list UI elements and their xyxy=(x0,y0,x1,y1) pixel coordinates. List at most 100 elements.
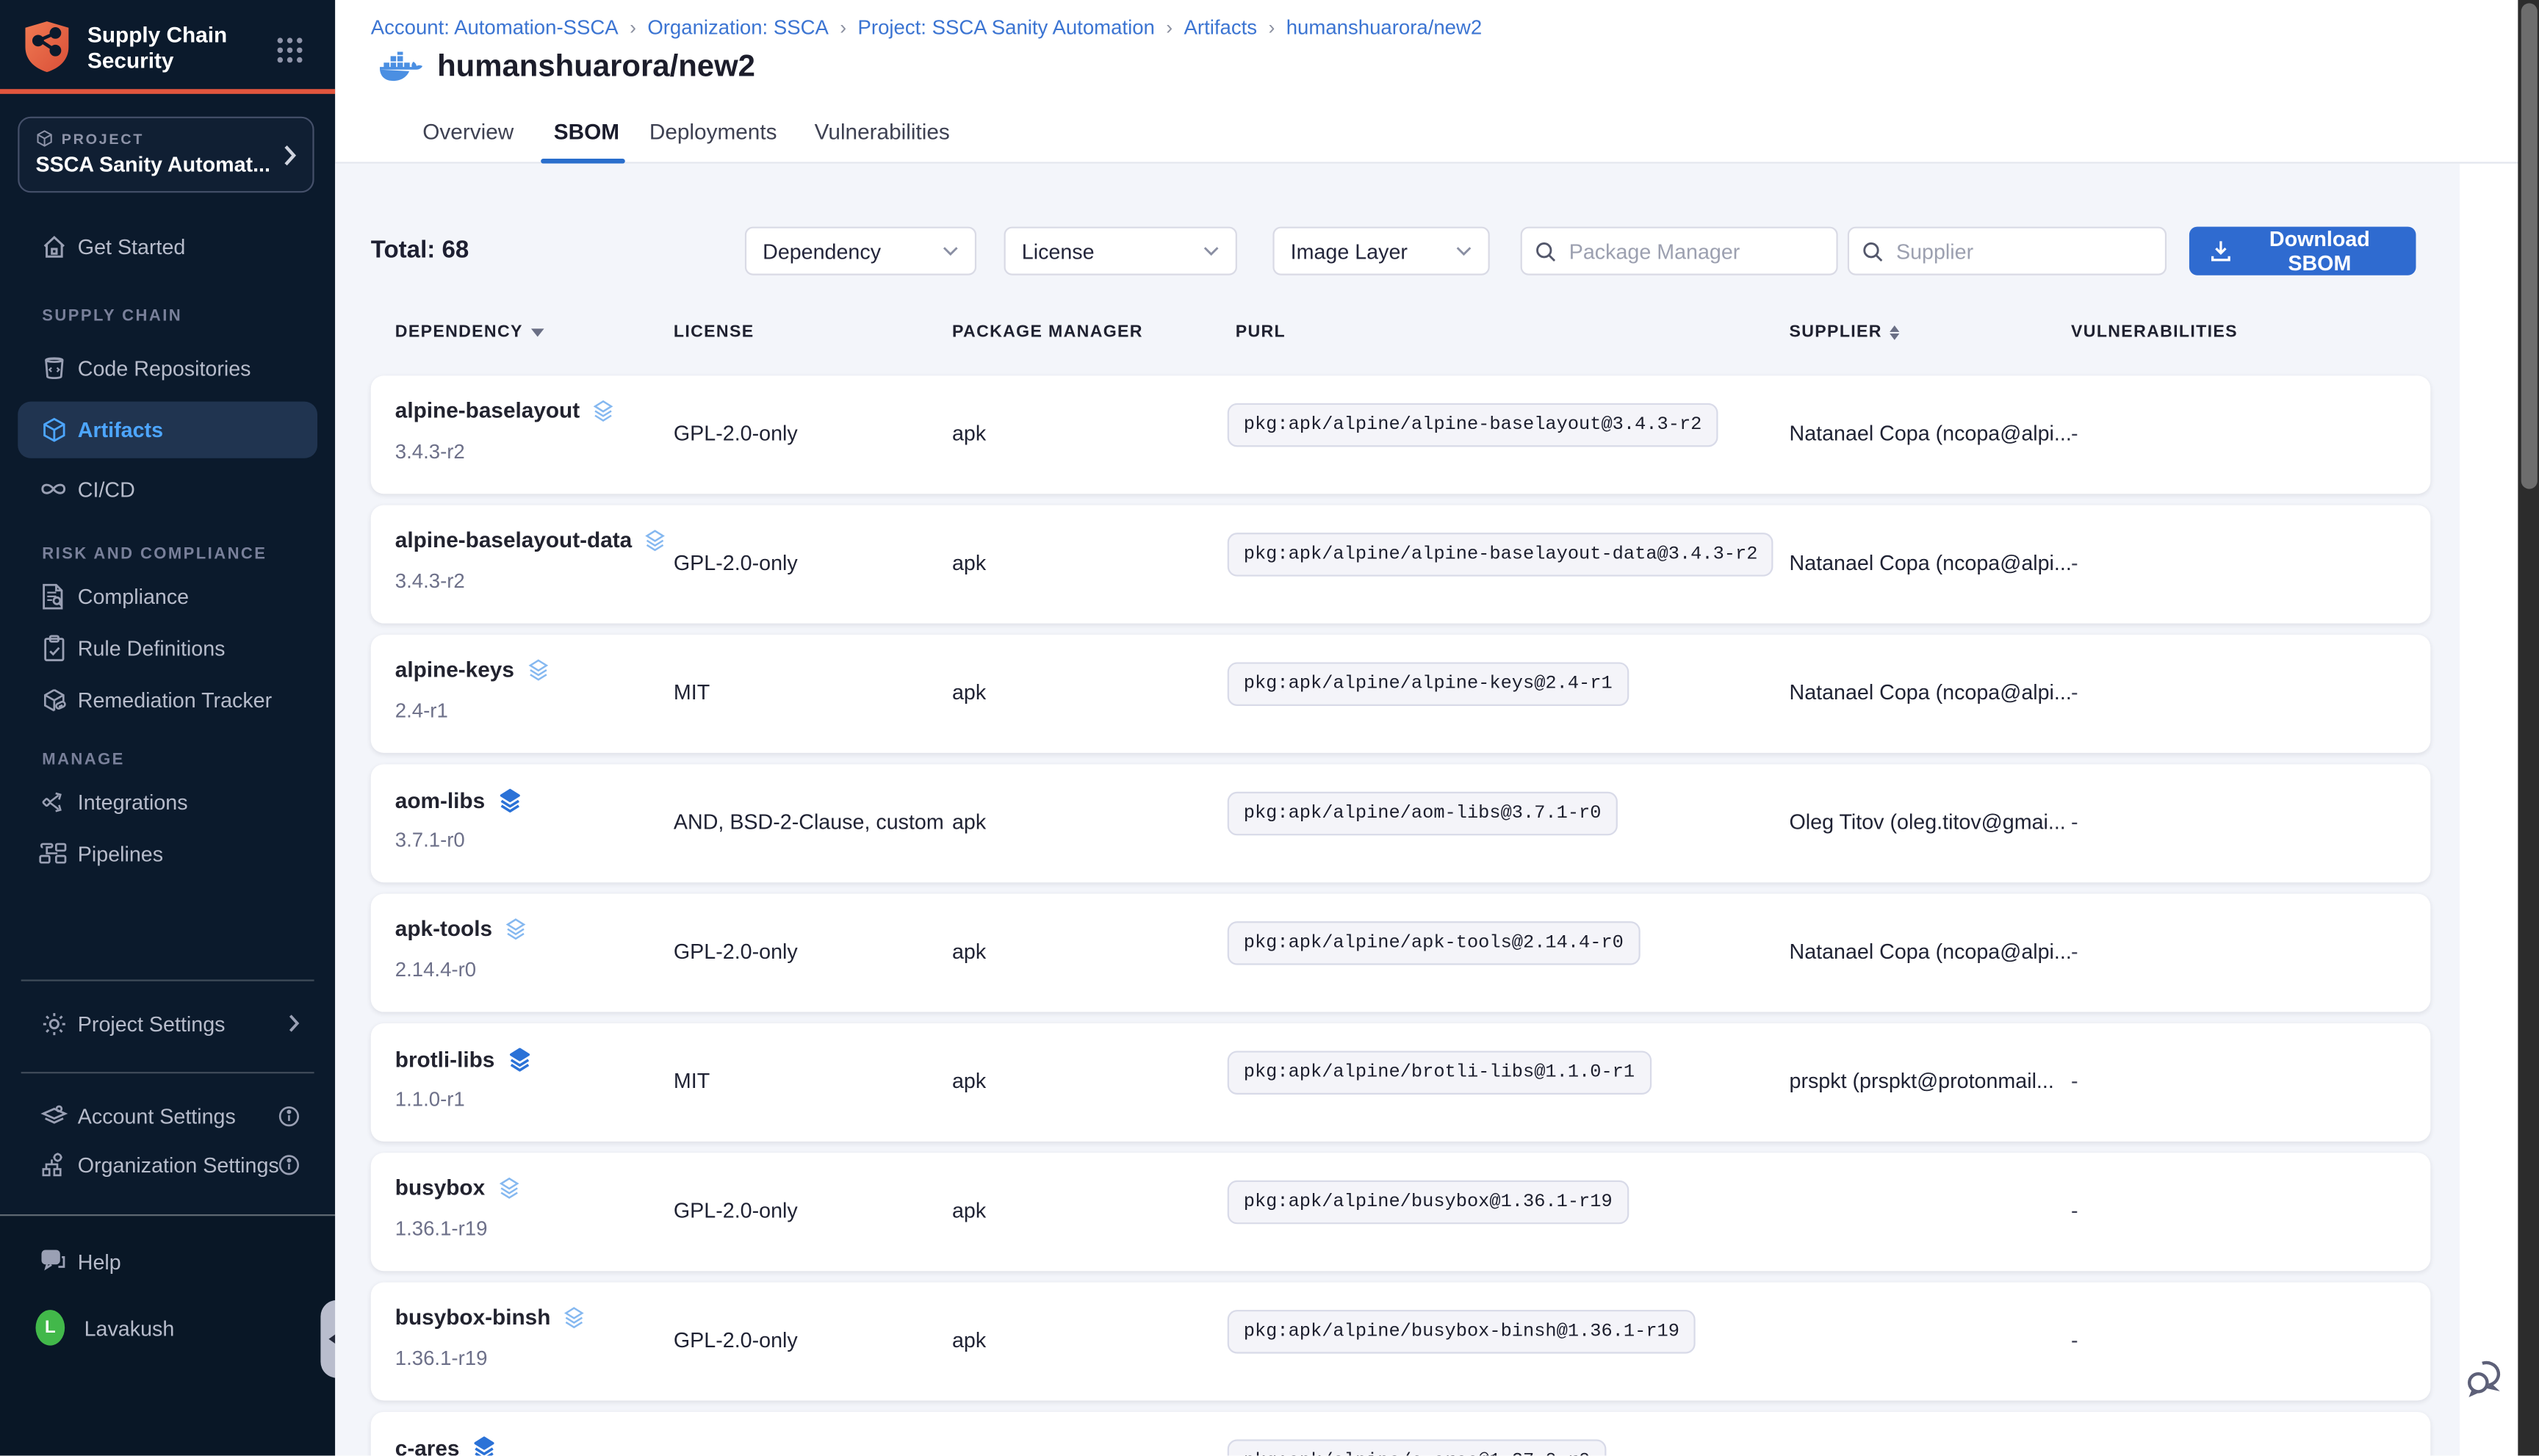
dependency-name[interactable]: busybox xyxy=(395,1175,485,1200)
tab-deployments[interactable]: Deployments xyxy=(649,120,777,144)
image-layer-filter-dropdown[interactable]: Image Layer xyxy=(1272,227,1489,275)
layers-filled-icon xyxy=(506,1046,532,1072)
table-row[interactable]: aom-libs 3.7.1-r0 AND, BSD-2-Clause, cus… xyxy=(371,764,2431,882)
sidebar-item-label: Pipelines xyxy=(78,841,163,865)
license-cell: GPL-2.0-only xyxy=(674,421,798,445)
download-sbom-button[interactable]: Download SBOM xyxy=(2189,227,2416,275)
layers-outline-icon xyxy=(562,1305,586,1329)
table-row[interactable]: brotli-libs 1.1.0-r1 MIT apk pkg:apk/alp… xyxy=(371,1023,2431,1142)
vulnerabilities-cell: - xyxy=(2071,421,2078,445)
dependency-name[interactable]: alpine-baselayout-data xyxy=(395,528,632,552)
breadcrumb-project[interactable]: Project: SSCA Sanity Automation xyxy=(858,16,1155,39)
license-cell: GPL-2.0-only xyxy=(674,939,798,963)
table-row[interactable]: alpine-keys 2.4-r1 MIT apk pkg:apk/alpin… xyxy=(371,635,2431,753)
sort-both-icon xyxy=(1890,325,1900,339)
column-header-supplier[interactable]: SUPPLIER xyxy=(1790,322,1901,342)
user-name: Lavakush xyxy=(84,1316,175,1340)
info-icon[interactable] xyxy=(278,1153,300,1175)
dependency-version: 3.7.1-r0 xyxy=(395,829,465,851)
breadcrumb-artifacts[interactable]: Artifacts xyxy=(1184,16,1258,39)
sidebar-item-code-repositories[interactable]: Code Repositories xyxy=(0,343,335,392)
purl-chip[interactable]: pkg:apk/alpine/c-ares@1.27.0-r0 xyxy=(1228,1439,1607,1455)
code-repository-icon xyxy=(39,353,68,382)
license-cell: AND, BSD-2-Clause, custom xyxy=(674,810,944,834)
purl-chip[interactable]: pkg:apk/alpine/brotli-libs@1.1.0-r1 xyxy=(1228,1050,1651,1095)
purl-chip[interactable]: pkg:apk/alpine/alpine-baselayout@3.4.3-r… xyxy=(1228,403,1718,447)
dependency-version: 3.4.3-r2 xyxy=(395,441,465,464)
tab-vulnerabilities[interactable]: Vulnerabilities xyxy=(815,120,950,144)
table-row[interactable]: alpine-baselayout-data 3.4.3-r2 GPL-2.0-… xyxy=(371,505,2431,624)
license-filter-dropdown[interactable]: License xyxy=(1004,227,1237,275)
supplier-cell: Oleg Titov (oleg.titov@gmai... xyxy=(1790,810,2066,834)
purl-chip[interactable]: pkg:apk/alpine/aom-libs@3.7.1-r0 xyxy=(1228,792,1618,836)
dependency-filter-dropdown[interactable]: Dependency xyxy=(745,227,976,275)
dependency-name[interactable]: aom-libs xyxy=(395,788,485,812)
sidebar-item-project-settings[interactable]: Project Settings xyxy=(0,999,335,1048)
page-scrollbar[interactable] xyxy=(2518,0,2539,1455)
sidebar-item-compliance[interactable]: Compliance xyxy=(0,572,335,620)
sidebar-item-account-settings[interactable]: Account Settings xyxy=(0,1092,335,1140)
dependency-name[interactable]: apk-tools xyxy=(395,917,492,941)
dependency-name[interactable]: c-ares xyxy=(395,1435,460,1456)
package-manager-cell: apk xyxy=(952,1327,986,1352)
divider xyxy=(21,1072,314,1073)
sidebar-item-rule-definitions[interactable]: Rule Definitions xyxy=(0,624,335,672)
table-row[interactable]: c-ares MIT apk pkg:apk/alpine/c-ares@1.2… xyxy=(371,1412,2431,1456)
dropdown-value: Image Layer xyxy=(1291,239,1408,263)
breadcrumb-account[interactable]: Account: Automation-SSCA xyxy=(371,16,619,39)
divider xyxy=(21,979,314,981)
chevron-down-icon xyxy=(1455,246,1472,256)
apps-grid-icon[interactable] xyxy=(275,35,305,65)
purl-chip[interactable]: pkg:apk/alpine/apk-tools@2.14.4-r0 xyxy=(1228,921,1640,965)
purl-chip[interactable]: pkg:apk/alpine/busybox-binsh@1.36.1-r19 xyxy=(1228,1310,1696,1354)
home-icon xyxy=(39,231,68,261)
sidebar-item-pipelines[interactable]: Pipelines xyxy=(0,829,335,877)
sidebar-item-help[interactable]: ? Help xyxy=(0,1237,335,1286)
breadcrumb-current[interactable]: humanshuarora/new2 xyxy=(1286,16,1483,39)
project-label: PROJECT xyxy=(62,130,144,146)
download-icon xyxy=(2211,239,2232,262)
sidebar-item-get-started[interactable]: Get Started xyxy=(0,222,335,270)
license-cell: GPL-2.0-only xyxy=(674,550,798,574)
dependency-name[interactable]: busybox-binsh xyxy=(395,1305,551,1329)
accent-divider xyxy=(0,89,335,93)
table-row[interactable]: apk-tools 2.14.4-r0 GPL-2.0-only apk pkg… xyxy=(371,894,2431,1012)
project-selector[interactable]: PROJECT SSCA Sanity Automat... xyxy=(18,117,314,193)
sidebar-item-artifacts[interactable]: Artifacts xyxy=(18,402,317,458)
user-menu[interactable]: L Lavakush xyxy=(0,1303,335,1352)
chat-support-icon[interactable] xyxy=(2465,1357,2510,1399)
sidebar-item-cicd[interactable]: CI/CD xyxy=(0,465,335,513)
purl-chip[interactable]: pkg:apk/alpine/alpine-keys@2.4-r1 xyxy=(1228,662,1629,706)
layers-outline-icon xyxy=(644,528,668,552)
table-row[interactable]: alpine-baselayout 3.4.3-r2 GPL-2.0-only … xyxy=(371,375,2431,494)
sidebar-item-integrations[interactable]: Integrations xyxy=(0,777,335,826)
vulnerabilities-cell: - xyxy=(2071,1327,2078,1352)
supplier-search-input[interactable] xyxy=(1893,237,2153,264)
supplier-cell: Natanael Copa (ncopa@alpi... xyxy=(1790,939,2072,963)
dependency-name[interactable]: brotli-libs xyxy=(395,1047,495,1071)
table-row[interactable]: busybox 1.36.1-r19 GPL-2.0-only apk pkg:… xyxy=(371,1153,2431,1271)
column-header-dependency[interactable]: DEPENDENCY xyxy=(395,322,544,342)
app-window: Supply Chain Security PROJECT SSCA Sanit… xyxy=(0,0,2539,1455)
dependency-name[interactable]: alpine-baselayout xyxy=(395,398,580,422)
package-manager-search-input[interactable] xyxy=(1566,237,1823,264)
app-title: Supply Chain Security xyxy=(87,23,265,75)
column-header-vulnerabilities: VULNERABILITIES xyxy=(2071,322,2238,342)
table-row[interactable]: busybox-binsh 1.36.1-r19 GPL-2.0-only ap… xyxy=(371,1283,2431,1401)
tab-overview[interactable]: Overview xyxy=(422,120,514,144)
sidebar-item-remediation-tracker[interactable]: Remediation Tracker xyxy=(0,675,335,724)
box-pill-icon xyxy=(39,685,68,714)
supplier-cell: Natanael Copa (ncopa@alpi... xyxy=(1790,550,2072,574)
search-icon xyxy=(1862,240,1884,262)
info-icon[interactable] xyxy=(278,1105,300,1126)
purl-chip[interactable]: pkg:apk/alpine/busybox@1.36.1-r19 xyxy=(1228,1181,1629,1225)
tab-sbom[interactable]: SBOM xyxy=(554,120,619,144)
dependency-name[interactable]: alpine-keys xyxy=(395,657,514,682)
vulnerabilities-cell: - xyxy=(2071,939,2078,963)
breadcrumb-organization[interactable]: Organization: SSCA xyxy=(647,16,829,39)
scrollbar-thumb[interactable] xyxy=(2521,3,2537,489)
main-panel: Account: Automation-SSCA›Organization: S… xyxy=(335,0,2539,1455)
purl-chip[interactable]: pkg:apk/alpine/alpine-baselayout-data@3.… xyxy=(1228,533,1774,577)
vulnerabilities-cell: - xyxy=(2071,810,2078,834)
sidebar-item-organization-settings[interactable]: Organization Settings xyxy=(0,1140,335,1189)
